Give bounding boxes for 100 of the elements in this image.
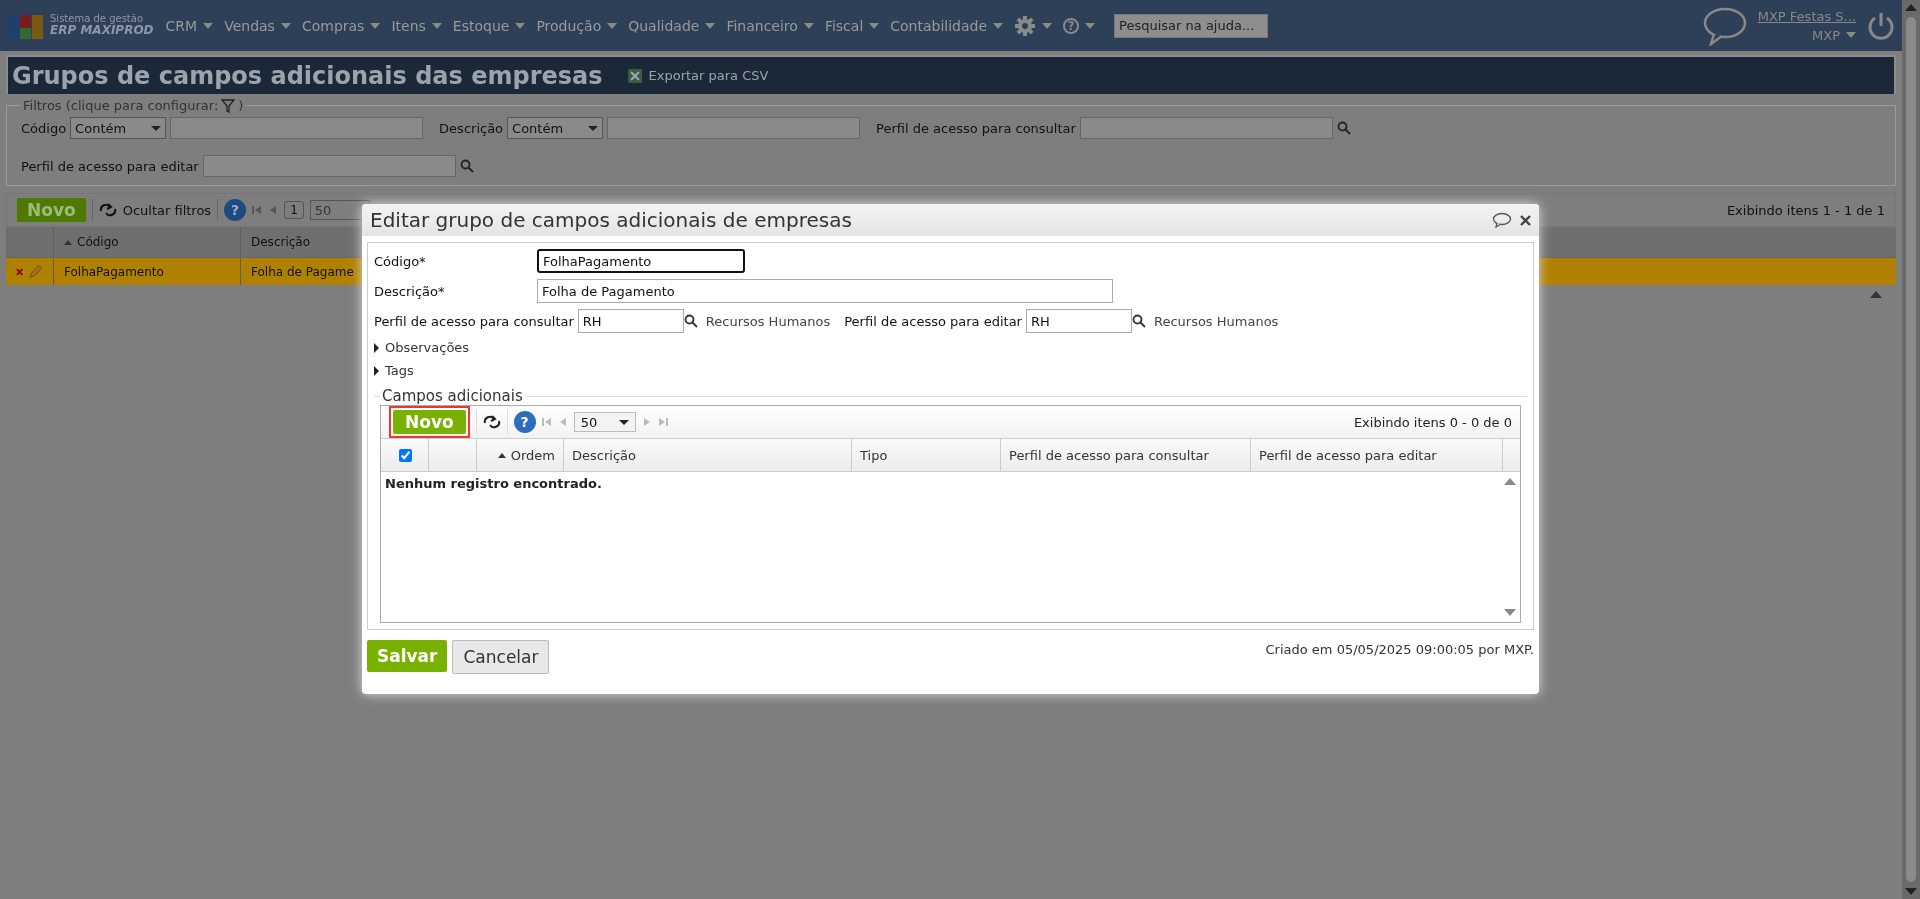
- menu-item[interactable]: CRM: [165, 17, 198, 34]
- filter-label: Perfil de acesso para editar: [21, 158, 199, 174]
- operator-select[interactable]: Contém: [507, 117, 604, 139]
- first-page-icon[interactable]: [541, 417, 552, 427]
- items-status: Exibindo itens 1 - 1 de 1: [1726, 202, 1885, 218]
- scroll-up-icon[interactable]: [1504, 478, 1516, 485]
- new-button[interactable]: Novo: [393, 410, 466, 434]
- menu-item[interactable]: Produção: [536, 17, 602, 34]
- user-name[interactable]: MXP: [1812, 27, 1840, 43]
- caret-icon: [1846, 32, 1856, 38]
- page-title: Grupos de campos adicionais das empresas: [12, 61, 603, 90]
- menu-item[interactable]: Estoque: [452, 17, 510, 34]
- help-search-field[interactable]: Pesquisar na ajuda...: [1114, 13, 1269, 38]
- items-status: Exibindo itens 0 - 0 de 0: [1353, 414, 1512, 430]
- caret-icon: [1085, 22, 1096, 29]
- menu-item[interactable]: Vendas: [224, 17, 275, 34]
- field-label: Perfil de acesso para consultar: [374, 313, 574, 329]
- search-icon[interactable]: [683, 314, 698, 328]
- select-all-checkbox[interactable]: [398, 448, 412, 462]
- filter-input[interactable]: [1079, 117, 1333, 139]
- caret-icon: [618, 419, 629, 425]
- hide-filters-button[interactable]: Ocultar filtros: [122, 202, 212, 218]
- chat-icon[interactable]: [1701, 5, 1748, 46]
- close-icon[interactable]: [1520, 214, 1531, 226]
- menu-item[interactable]: Contabilidade: [890, 17, 988, 34]
- filter-input[interactable]: [202, 155, 456, 177]
- description-field[interactable]: Folha de Pagamento: [537, 279, 1113, 303]
- page-scrollbar[interactable]: [1902, 0, 1920, 899]
- menu-item[interactable]: Compras: [301, 17, 365, 34]
- search-icon[interactable]: [1131, 314, 1146, 328]
- scroll-up-icon[interactable]: [1870, 291, 1882, 298]
- caret-icon: [515, 22, 526, 29]
- logo-subtitle: Sistema de gestão: [50, 13, 143, 25]
- caret-icon: [370, 22, 381, 29]
- filters-legend-end: ): [238, 98, 244, 113]
- pencil-icon[interactable]: [28, 263, 43, 280]
- caret-icon: [151, 125, 162, 131]
- filter-input[interactable]: [607, 117, 861, 139]
- caret-icon: [588, 125, 599, 131]
- dialog-title: Editar grupo de campos adicionais de empresas: [370, 208, 852, 232]
- new-button[interactable]: Novo: [17, 198, 86, 222]
- filter-label: Perfil de acesso para consultar: [876, 120, 1076, 136]
- caret-icon: [705, 22, 716, 29]
- caret-icon: [1042, 22, 1053, 29]
- column-header[interactable]: Descrição: [572, 447, 636, 463]
- section-legend: Campos adicionais: [380, 387, 527, 405]
- next-page-icon[interactable]: [641, 417, 652, 427]
- first-page-icon[interactable]: [252, 205, 263, 215]
- column-header[interactable]: Perfil de acesso para editar: [1259, 447, 1437, 463]
- logo-title: ERP MAXIPROD: [50, 24, 154, 38]
- caret-icon: [280, 22, 291, 29]
- created-info: Criado em 05/05/2025 09:00:05 por MXP.: [1265, 642, 1534, 657]
- profile-field[interactable]: RH: [1025, 309, 1132, 333]
- spreadsheet-icon[interactable]: [626, 67, 643, 84]
- caret-icon: [607, 22, 618, 29]
- menu-item[interactable]: Itens: [391, 17, 426, 34]
- caret-icon: [203, 22, 214, 29]
- column-header[interactable]: Código: [77, 235, 119, 249]
- column-header[interactable]: Tipo: [860, 447, 888, 463]
- help-icon[interactable]: ?: [1063, 17, 1080, 34]
- export-link[interactable]: Exportar para CSV: [648, 68, 769, 83]
- caret-icon: [993, 22, 1004, 29]
- company-link[interactable]: MXP Festas S...: [1757, 8, 1856, 24]
- code-field[interactable]: FolhaPagamento: [537, 249, 745, 273]
- scroll-down-icon[interactable]: [1504, 609, 1516, 616]
- menu-item[interactable]: Fiscal: [824, 17, 864, 34]
- profile-name: Recursos Humanos: [705, 313, 831, 329]
- gear-icon[interactable]: [1014, 14, 1037, 37]
- filter-label: Código: [21, 120, 67, 136]
- profile-field[interactable]: RH: [577, 309, 684, 333]
- operator-select[interactable]: Contém: [70, 117, 167, 139]
- help-icon[interactable]: ?: [513, 411, 536, 433]
- section-toggle[interactable]: Tags: [374, 362, 1527, 379]
- caret-icon: [803, 22, 814, 29]
- menu-item[interactable]: Qualidade: [628, 17, 700, 34]
- filter-label: Descrição: [439, 120, 504, 136]
- page-size-select[interactable]: 50: [573, 412, 636, 432]
- page-number[interactable]: 1: [284, 201, 304, 219]
- column-header[interactable]: Ordem: [510, 447, 555, 463]
- previous-page-icon[interactable]: [268, 205, 279, 215]
- profile-name: Recursos Humanos: [1153, 313, 1279, 329]
- delete-icon[interactable]: [16, 267, 24, 276]
- column-header[interactable]: Perfil de acesso para consultar: [1009, 447, 1209, 463]
- caret-icon: [869, 22, 880, 29]
- filter-input[interactable]: [170, 117, 424, 139]
- table-cell: FolhaPagamento: [54, 258, 241, 285]
- save-button[interactable]: Salvar: [367, 640, 448, 672]
- power-icon[interactable]: [1866, 10, 1896, 41]
- filters-legend[interactable]: Filtros (clique para configurar:: [23, 98, 219, 113]
- cancel-button[interactable]: Cancelar: [452, 640, 550, 674]
- field-label: Perfil de acesso para editar: [844, 313, 1022, 329]
- column-header[interactable]: Descrição: [251, 235, 311, 249]
- menu-item[interactable]: Financeiro: [726, 17, 798, 34]
- refresh-icon[interactable]: [482, 415, 501, 429]
- chat-icon[interactable]: [1492, 212, 1512, 228]
- field-label: Descrição*: [374, 283, 446, 299]
- help-icon[interactable]: ?: [224, 199, 247, 221]
- section-toggle[interactable]: Observações: [374, 339, 1527, 356]
- filter-icon[interactable]: [221, 98, 236, 113]
- last-page-icon[interactable]: [657, 417, 668, 427]
